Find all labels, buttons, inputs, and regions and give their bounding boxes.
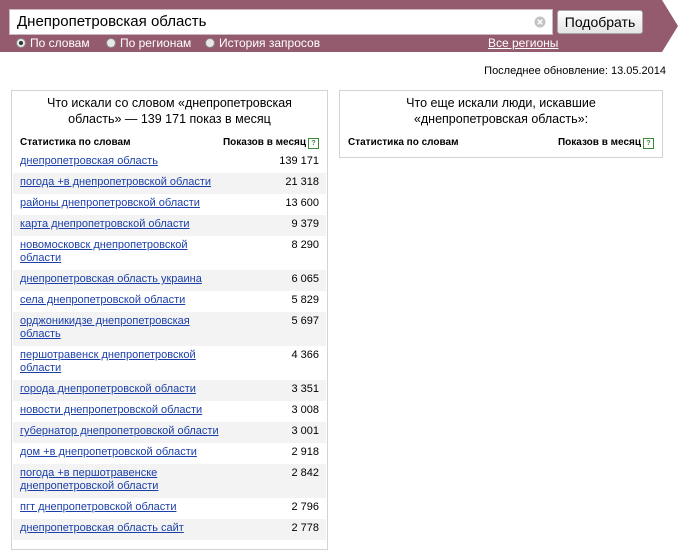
keyword-link[interactable]: города днепропетровской области <box>13 380 225 396</box>
search-band-arrow <box>662 0 678 52</box>
keyword-link[interactable]: новости днепропетровской области <box>13 401 225 417</box>
keyword-count: 9 379 <box>291 218 319 230</box>
table-row: погода +в днепропетровской области 21 318 <box>13 173 326 194</box>
col-words-header: Статистика по словам <box>348 137 459 148</box>
mode-by-regions-label: По регионам <box>120 36 192 50</box>
table-row: днепропетровская область сайт 2 778 <box>13 519 326 540</box>
search-bar: Днепропетровская область Подобрать По сл… <box>0 0 680 52</box>
keyword-link[interactable]: погода +в днепропетровской области <box>13 173 225 189</box>
keyword-count: 139 171 <box>279 155 319 167</box>
keyword-link[interactable]: днепропетровская область украина <box>13 270 225 286</box>
keyword-stats-header: Статистика по словам Показов в месяц? <box>12 137 327 151</box>
related-queries-header: Статистика по словам Показов в месяц? <box>340 137 662 151</box>
table-row: дом +в днепропетровской области 2 918 <box>13 443 326 464</box>
keyword-link[interactable]: новомосковск днепропетровской области <box>13 236 225 265</box>
keyword-link[interactable]: губернатор днепропетровской области <box>13 422 225 438</box>
table-row: орджоникидзе днепропетровская область 5 6… <box>13 312 326 346</box>
keyword-count: 4 366 <box>291 349 319 361</box>
keyword-count: 5 829 <box>291 294 319 306</box>
keyword-link[interactable]: погода +в першотравенске днепропетровско… <box>13 464 225 493</box>
keyword-count: 2 796 <box>291 501 319 513</box>
keyword-count: 8 290 <box>291 239 319 251</box>
keyword-link[interactable]: пгт днепропетровской области <box>13 498 225 514</box>
mode-by-words[interactable]: По словам <box>16 36 90 50</box>
keyword-stats-title: Что искали со словом «днепропетровская о… <box>47 96 292 126</box>
keyword-count: 2 778 <box>291 522 319 534</box>
search-query-text: Днепропетровская область <box>17 13 207 30</box>
keyword-count: 6 065 <box>291 273 319 285</box>
col-shows-label: Показов в месяц <box>222 137 306 148</box>
table-row: карта днепропетровской области 9 379 <box>13 215 326 236</box>
mode-by-regions[interactable]: По регионам <box>106 36 191 50</box>
table-row: села днепропетровской области 5 829 <box>13 291 326 312</box>
keyword-stats-panel: Что искали со словом «днепропетровская о… <box>11 90 328 550</box>
table-row: новомосковск днепропетровской области 8 2… <box>13 236 326 270</box>
col-shows-header: Показов в месяц? <box>223 137 319 149</box>
table-row: погода +в першотравенске днепропетровско… <box>13 464 326 498</box>
related-queries-panel: Что еще искали люди, искавшие «днепропет… <box>339 90 663 158</box>
search-input[interactable]: Днепропетровская область <box>9 9 553 35</box>
radio-icon[interactable] <box>205 38 215 48</box>
keyword-link[interactable]: села днепропетровской области <box>13 291 225 307</box>
mode-history[interactable]: История запросов <box>205 36 320 50</box>
table-row: города днепропетровской области 3 351 <box>13 380 326 401</box>
keyword-count: 3 008 <box>291 404 319 416</box>
table-row: першотравенск днепропетровской области 4 … <box>13 346 326 380</box>
table-row: районы днепропетровской области 13 600 <box>13 194 326 215</box>
mode-history-label: История запросов <box>219 36 321 50</box>
last-update-text: Последнее обновление: 13.05.2014 <box>484 65 666 77</box>
related-queries-title: Что еще искали люди, искавшие «днепропет… <box>406 96 596 126</box>
clear-icon[interactable] <box>534 16 546 28</box>
keyword-stats-rows: днепропетровская область 139 171 погода +в… <box>13 152 326 540</box>
keyword-link[interactable]: першотравенск днепропетровской области <box>13 346 225 375</box>
keyword-link[interactable]: карта днепропетровской области <box>13 215 225 231</box>
all-regions-link[interactable]: Все регионы <box>488 36 558 50</box>
help-icon[interactable]: ? <box>308 138 319 149</box>
keyword-link[interactable]: днепропетровская область <box>13 152 225 168</box>
table-row: днепропетровская область украина 6 065 <box>13 270 326 291</box>
keyword-count: 5 697 <box>291 315 319 327</box>
keyword-count: 3 001 <box>291 425 319 437</box>
table-row: новости днепропетровской области 3 008 <box>13 401 326 422</box>
radio-icon[interactable] <box>16 38 26 48</box>
keyword-count: 3 351 <box>291 383 319 395</box>
keyword-link[interactable]: днепропетровская область сайт <box>13 519 225 535</box>
help-icon[interactable]: ? <box>643 138 654 149</box>
keyword-link[interactable]: орджоникидзе днепропетровская область <box>13 312 225 341</box>
keyword-count: 2 918 <box>291 446 319 458</box>
col-shows-header: Показов в месяц? <box>558 137 654 149</box>
search-submit-button[interactable]: Подобрать <box>557 10 643 34</box>
keyword-count: 21 318 <box>285 176 319 188</box>
radio-icon[interactable] <box>106 38 116 48</box>
keyword-link[interactable]: дом +в днепропетровской области <box>13 443 225 459</box>
keyword-count: 2 842 <box>291 467 319 479</box>
table-row: губернатор днепропетровской области 3 001 <box>13 422 326 443</box>
col-shows-label: Показов в месяц <box>557 137 641 148</box>
keyword-link[interactable]: районы днепропетровской области <box>13 194 225 210</box>
col-words-header: Статистика по словам <box>20 137 131 148</box>
table-row: пгт днепропетровской области 2 796 <box>13 498 326 519</box>
table-row: днепропетровская область 139 171 <box>13 152 326 173</box>
mode-by-words-label: По словам <box>30 36 90 50</box>
keyword-count: 13 600 <box>285 197 319 209</box>
